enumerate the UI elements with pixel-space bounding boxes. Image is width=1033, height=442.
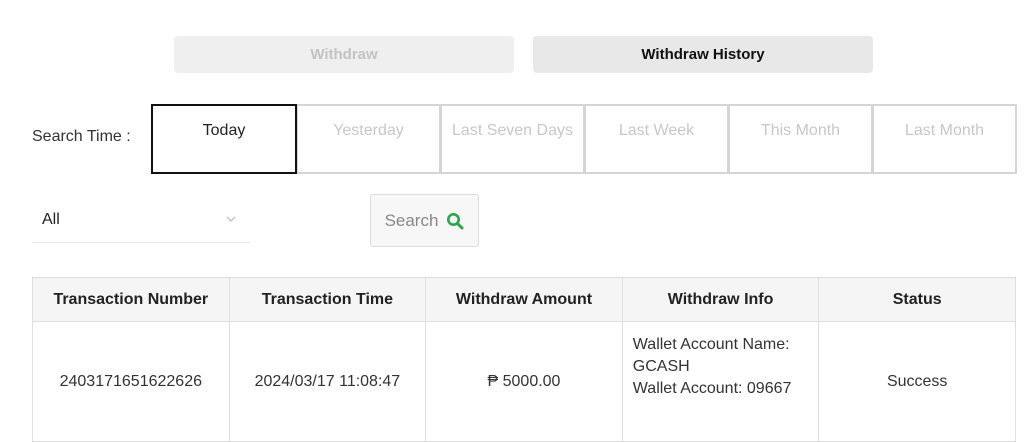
period-last-week[interactable]: Last Week xyxy=(585,104,729,174)
period-last-seven-days[interactable]: Last Seven Days xyxy=(441,104,585,174)
header-status: Status xyxy=(818,277,1016,322)
tab-withdraw[interactable]: Withdraw xyxy=(174,36,514,73)
transactions-table: Transaction Number Transaction Time With… xyxy=(32,277,1016,442)
withdraw-info: Wallet Account Name: GCASH Wallet Accoun… xyxy=(621,321,820,442)
table-header-row: Transaction Number Transaction Time With… xyxy=(32,277,1016,322)
period-today[interactable]: Today xyxy=(151,104,297,174)
chevron-down-icon xyxy=(226,216,236,222)
header-transaction-time: Transaction Time xyxy=(228,277,427,322)
header-withdraw-info: Withdraw Info xyxy=(621,277,820,322)
header-withdraw-amount: Withdraw Amount xyxy=(425,277,623,322)
transaction-number: 2403171651622626 xyxy=(32,321,230,442)
period-yesterday[interactable]: Yesterday xyxy=(297,104,441,174)
withdraw-amount: ₱ 5000.00 xyxy=(425,321,623,442)
search-button[interactable]: Search xyxy=(370,194,479,247)
header-transaction-number: Transaction Number xyxy=(32,277,230,322)
table-row: 2403171651622626 2024/03/17 11:08:47 ₱ 5… xyxy=(32,321,1016,442)
period-last-month[interactable]: Last Month xyxy=(873,104,1017,174)
wallet-account-name: Wallet Account Name: GCASH xyxy=(632,336,790,375)
status-select-value: All xyxy=(42,211,60,228)
wallet-account: Wallet Account: 09667 xyxy=(632,380,792,397)
status-value: Success xyxy=(818,321,1016,442)
status-select[interactable]: All xyxy=(32,198,250,243)
search-time-label: Search Time : xyxy=(32,128,131,145)
period-selector: Today Yesterday Last Seven Days Last Wee… xyxy=(151,104,1017,174)
search-button-label: Search xyxy=(384,210,439,230)
transaction-time: 2024/03/17 11:08:47 xyxy=(228,321,427,442)
search-icon xyxy=(447,212,464,229)
tab-withdraw-history[interactable]: Withdraw History xyxy=(533,36,873,73)
period-this-month[interactable]: This Month xyxy=(729,104,873,174)
